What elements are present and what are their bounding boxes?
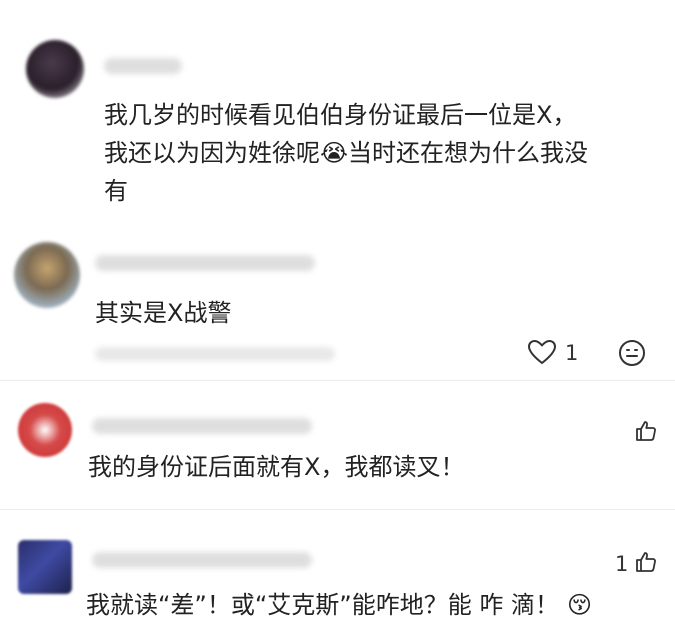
avatar[interactable] [18, 540, 72, 594]
username-blurred[interactable] [104, 58, 182, 74]
comment-3: 我的身份证后面就有X，我都读叉！ [0, 381, 675, 509]
comment-text-line: 有 [104, 177, 128, 205]
comment-text: 我就读“差”！或“艾克斯”能咋地？能 咋 滴！ 😚 [86, 591, 593, 619]
avatar[interactable] [18, 403, 72, 457]
comment-text: 我的身份证后面就有X，我都读叉！ [88, 453, 465, 481]
username-blurred[interactable] [92, 418, 312, 434]
timestamp-blurred [95, 347, 335, 361]
username-blurred[interactable] [95, 255, 315, 271]
comment-text-line: 我还以为因为姓徐呢😭当时还在想为什么我没 [104, 139, 589, 167]
comment-1: 我几岁的时候看见伯伯身份证最后一位是X， 我还以为因为姓徐呢😭当时还在想为什么我… [0, 0, 675, 225]
kissing-emoji-icon: 😚 [567, 591, 593, 619]
avatar[interactable] [14, 242, 80, 308]
crying-emoji-icon: 😭 [320, 139, 349, 167]
thumbs-up-icon[interactable] [634, 550, 658, 574]
like-count: 1 [615, 552, 629, 576]
like-count: 1 [565, 341, 579, 365]
comment-2: 其实是X战警 1 [0, 225, 675, 380]
thumbs-up-icon[interactable] [634, 419, 658, 443]
heart-like-icon[interactable] [527, 339, 557, 365]
comment-text: 其实是X战警 [95, 299, 232, 327]
username-blurred[interactable] [92, 552, 312, 568]
avatar[interactable] [26, 40, 84, 98]
comment-4: 1 我就读“差”！或“艾克斯”能咋地？能 咋 滴！ 😚 [0, 510, 675, 630]
emoji-reply-icon[interactable] [618, 339, 646, 367]
comment-text-line: 我几岁的时候看见伯伯身份证最后一位是X， [104, 101, 577, 129]
